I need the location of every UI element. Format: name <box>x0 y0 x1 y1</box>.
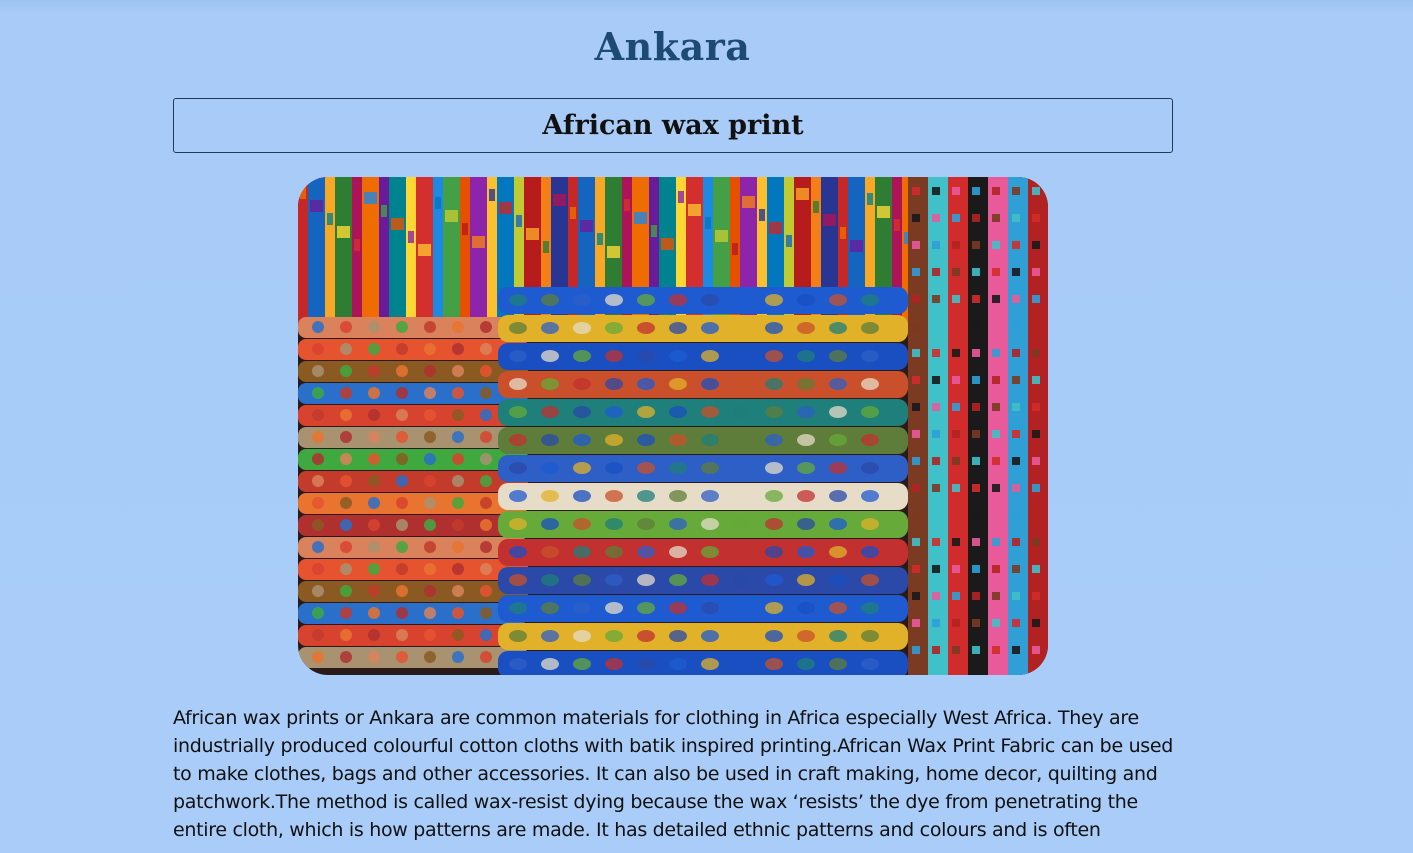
right-fabric-rolls <box>908 177 1048 675</box>
left-fabric-stack <box>298 317 528 668</box>
middle-fabric-stack <box>498 287 908 675</box>
page-title: Ankara <box>594 24 751 69</box>
subtitle: African wax print <box>542 110 804 141</box>
subtitle-box: African wax print <box>173 98 1173 153</box>
description-paragraph: African wax prints or Ankara are common … <box>173 707 1174 841</box>
fabric-photo <box>298 177 1048 675</box>
fabric-illustration <box>298 177 1048 675</box>
